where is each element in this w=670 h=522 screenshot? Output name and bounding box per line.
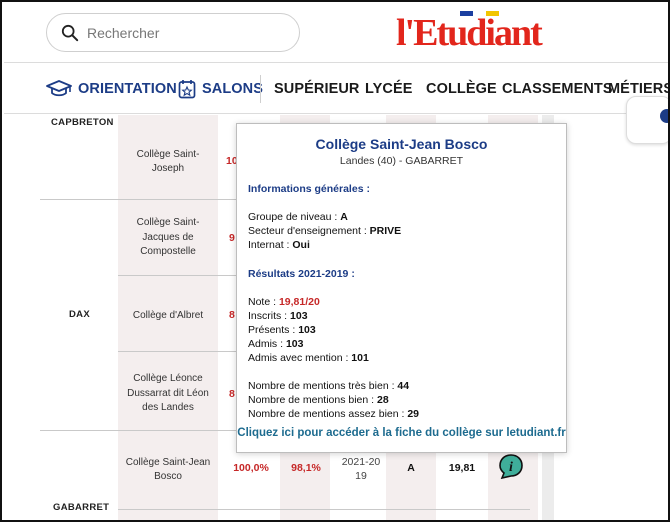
result-bien: Nombre de mentions bien : 28: [248, 394, 389, 406]
tooltip-title: Collège Saint-Jean Bosco: [315, 136, 488, 152]
side-action-button[interactable]: [626, 96, 668, 144]
svg-text:i: i: [509, 460, 513, 475]
school-name[interactable]: Collège Saint-Jean Bosco: [122, 450, 214, 490]
note: 19,81: [448, 461, 476, 474]
city-capbreton: CAPBRETON: [51, 117, 114, 128]
city-gabarret: GABARRET: [53, 502, 110, 513]
logo[interactable]: l'Etudiant: [396, 9, 543, 55]
tooltip-subtitle: Landes (40) - GABARRET: [339, 155, 464, 167]
calendar-star-icon: [178, 80, 196, 99]
nav-lycee[interactable]: LYCÉE: [365, 63, 413, 115]
school-name[interactable]: Collège d'Albret: [122, 301, 214, 331]
school-name[interactable]: Collège Léonce Dussarrat dit Léon des La…: [122, 369, 214, 419]
search-input[interactable]: [87, 24, 277, 41]
college-page-link[interactable]: Cliquez ici pour accéder à la fiche du c…: [237, 427, 566, 439]
screen: l'Etudiant ORIENTATION SALONS SUPÉRIEUR …: [0, 0, 670, 522]
result-admis: Admis : 103: [248, 338, 304, 350]
nav-orientation[interactable]: ORIENTATION: [46, 63, 177, 115]
result-assez-bien: Nombre de mentions assez bien : 29: [248, 408, 420, 420]
success-rate: 100,0%: [233, 461, 269, 474]
main-nav: ORIENTATION SALONS SUPÉRIEUR LYCÉE COLLÈ…: [4, 62, 668, 115]
info-icon[interactable]: i: [498, 453, 524, 479]
search-box[interactable]: [46, 13, 300, 52]
result-tres-bien: Nombre de mentions très bien : 44: [248, 380, 410, 392]
result-note: Note : 19,81/20: [248, 296, 320, 308]
college-tooltip: Collège Saint-Jean Bosco Landes (40) - G…: [236, 123, 567, 453]
mention-rate: 98,1%: [291, 461, 321, 474]
nav-salons[interactable]: SALONS: [178, 63, 263, 115]
graduation-cap-icon: [46, 80, 72, 97]
result-presents: Présents : 103: [248, 324, 316, 336]
section-general: Informations générales :: [248, 183, 370, 195]
info-groupe: Groupe de niveau : A: [248, 211, 348, 223]
logo-text: l'Etudiant: [396, 12, 543, 54]
nav-salons-label: SALONS: [202, 81, 264, 97]
chevron-icon: [660, 109, 668, 123]
section-results: Résultats 2021-2019 :: [248, 268, 355, 280]
row-separator: [118, 509, 530, 510]
search-icon: [61, 24, 79, 41]
level: A: [407, 461, 415, 474]
nav-orientation-label: ORIENTATION: [78, 81, 177, 97]
nav-college[interactable]: COLLÈGE: [426, 63, 497, 115]
school-name[interactable]: Collège Saint-Jacques de Compostelle: [122, 213, 214, 263]
years: 2021-20 19: [341, 455, 381, 483]
info-internat: Internat : Oui: [248, 239, 310, 251]
nav-superieur[interactable]: SUPÉRIEUR: [274, 63, 360, 115]
result-admis-mention: Admis avec mention : 101: [248, 352, 369, 364]
school-name[interactable]: Collège Saint-Joseph: [122, 139, 214, 185]
info-secteur: Secteur d'enseignement : PRIVE: [248, 225, 402, 237]
nav-classements[interactable]: CLASSEMENTS: [502, 63, 613, 115]
nav-divider: [260, 75, 261, 103]
result-inscrits: Inscrits : 103: [248, 310, 308, 322]
city-dax: DAX: [69, 309, 90, 320]
